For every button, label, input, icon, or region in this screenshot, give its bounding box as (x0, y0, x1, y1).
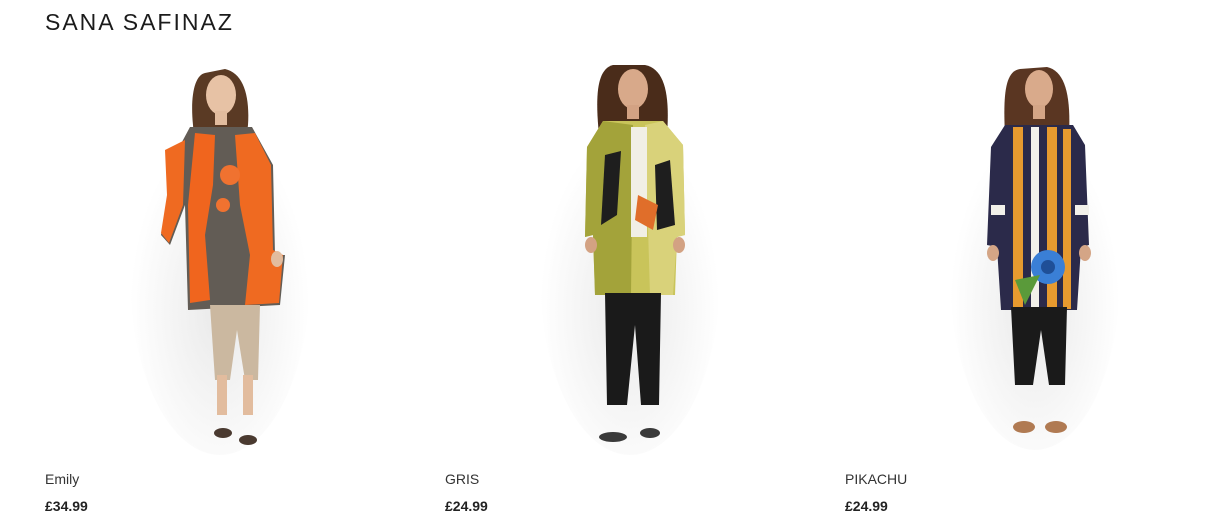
product-card[interactable]: GRIS £24.99 (445, 55, 775, 514)
model-orange-floral-tunic-icon (130, 69, 310, 455)
product-listing-page: SANA SAFINAZ Emily £34.99 GRIS £24.99 PI… (0, 0, 1205, 522)
product-image[interactable] (45, 55, 375, 455)
product-name[interactable]: PIKACHU (845, 471, 907, 487)
brand-title[interactable]: SANA SAFINAZ (45, 9, 234, 36)
product-card[interactable]: PIKACHU £24.99 (845, 55, 1175, 514)
product-image[interactable] (445, 55, 775, 455)
product-name[interactable]: Emily (45, 471, 79, 487)
model-striped-tunic-blue-flower-icon (950, 67, 1120, 450)
product-name[interactable]: GRIS (445, 471, 479, 487)
model-green-print-shirt-icon (540, 65, 720, 455)
product-price: £34.99 (45, 498, 88, 514)
product-price: £24.99 (845, 498, 888, 514)
product-price: £24.99 (445, 498, 488, 514)
product-image[interactable] (845, 55, 1175, 455)
product-card[interactable]: Emily £34.99 (45, 55, 375, 514)
